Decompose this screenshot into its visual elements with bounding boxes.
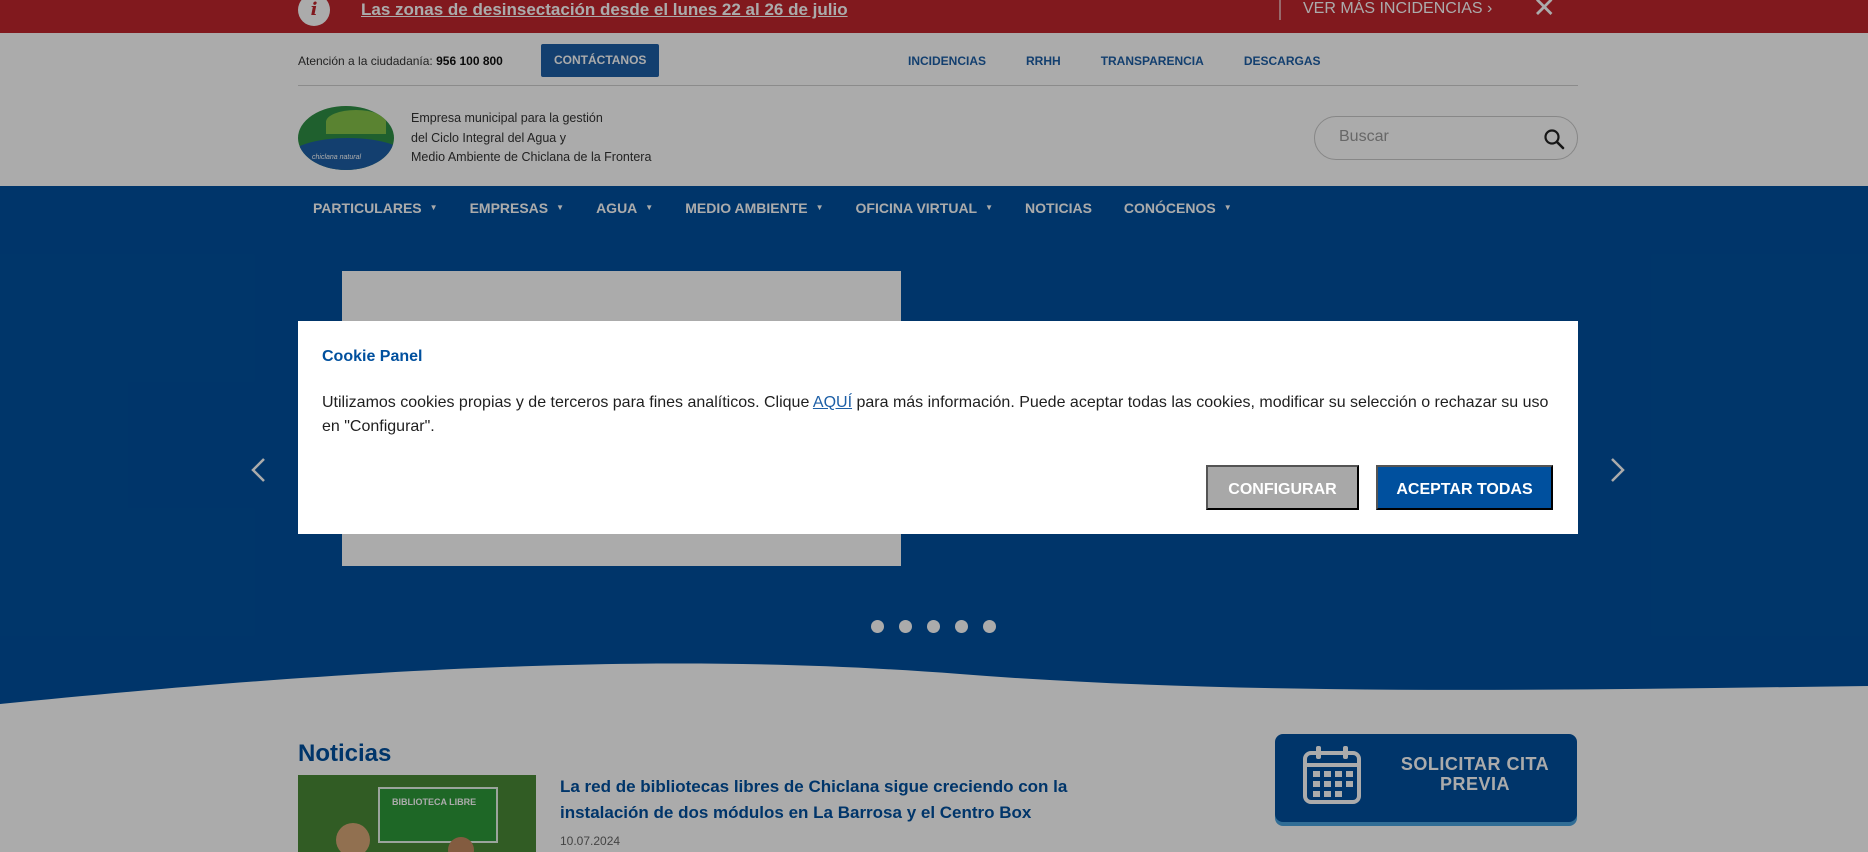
cookie-text-before: Utilizamos cookies propias y de terceros…	[322, 394, 813, 411]
cookie-panel: Cookie Panel Utilizamos cookies propias …	[298, 321, 1578, 534]
cookie-panel-title: Cookie Panel	[322, 348, 423, 365]
accept-all-cookies-button[interactable]: ACEPTAR TODAS	[1376, 465, 1553, 510]
configure-cookies-button[interactable]: CONFIGURAR	[1206, 465, 1359, 510]
cookie-panel-text: Utilizamos cookies propias y de terceros…	[322, 391, 1558, 439]
cookie-info-link[interactable]: AQUÍ	[813, 394, 852, 411]
